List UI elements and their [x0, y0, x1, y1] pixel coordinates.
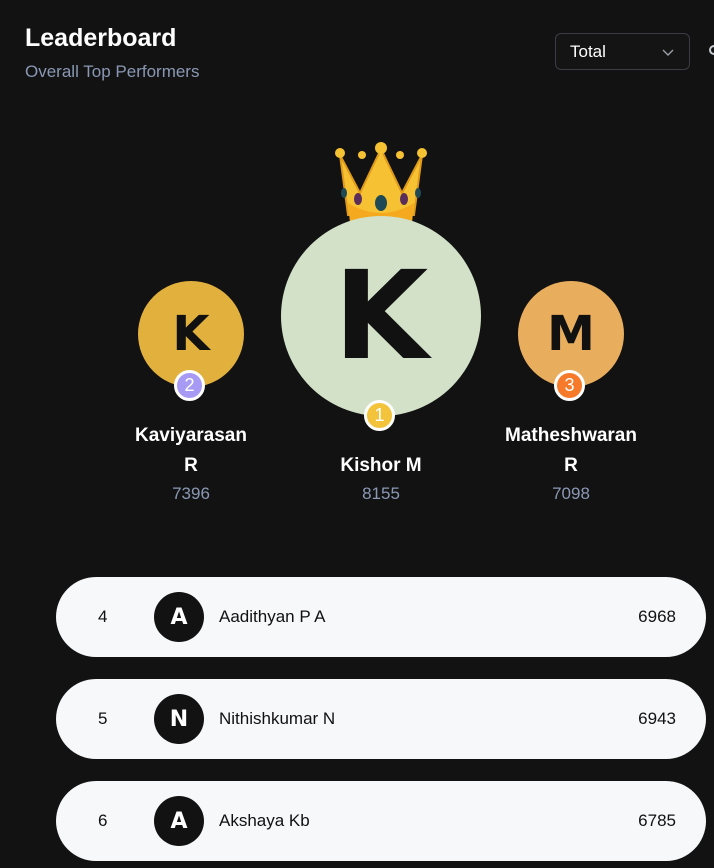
avatar-rank-1: K: [281, 216, 481, 416]
row-name: Akshaya Kb: [219, 811, 310, 830]
podium-name-3: Matheshwaran R: [505, 425, 637, 476]
podium-score-1: 8155: [362, 484, 400, 503]
row-score: 6785: [638, 811, 676, 830]
row-avatar: A: [154, 796, 204, 846]
filter-selected-value: Total: [570, 41, 606, 61]
leaderboard-row[interactable]: 4 A Aadithyan P A 6968: [56, 577, 706, 657]
page-title: Leaderboard: [25, 24, 177, 52]
period-filter-select[interactable]: Total: [555, 33, 690, 70]
row-name: Nithishkumar N: [219, 709, 336, 728]
podium-score-3: 7098: [552, 484, 590, 503]
rank-badge-1: 1: [364, 400, 395, 431]
podium-name-2: Kaviyarasan R: [135, 425, 247, 476]
row-avatar: N: [154, 694, 204, 744]
row-rank: 5: [98, 709, 108, 728]
leaderboard-row[interactable]: 5 N Nithishkumar N 6943: [56, 679, 706, 759]
rank-badge-2: 2: [174, 370, 205, 401]
chevron-down-icon: [662, 49, 674, 56]
leaderboard-row[interactable]: 6 A Akshaya Kb 6785: [56, 781, 706, 861]
podium-name-1: Kishor M: [340, 455, 422, 476]
row-score: 6968: [638, 607, 676, 626]
row-name: Aadithyan P A: [219, 607, 326, 626]
row-rank: 4: [98, 607, 108, 626]
podium-score-2: 7396: [172, 484, 210, 503]
page-subtitle: Overall Top Performers: [25, 62, 200, 81]
row-score: 6943: [638, 709, 676, 728]
row-avatar: A: [154, 592, 204, 642]
rank-badge-3: 3: [554, 370, 585, 401]
row-rank: 6: [98, 811, 108, 830]
link-icon[interactable]: [705, 42, 714, 58]
